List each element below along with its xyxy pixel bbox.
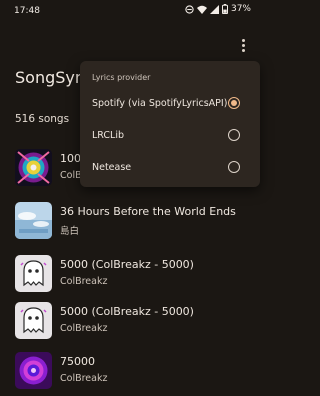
song-artist: ColBreakz — [60, 373, 108, 384]
do-not-disturb-icon — [185, 4, 194, 14]
album-art — [15, 202, 52, 239]
radio-unselected-icon[interactable] — [228, 129, 240, 141]
provider-option-spotify[interactable]: Spotify (via SpotifyLyricsAPI) — [80, 91, 260, 117]
more-vert-icon — [241, 38, 245, 42]
list-item[interactable]: 36 Hours Before the World Ends 島白 — [0, 198, 263, 246]
list-item[interactable]: 75000 ColBreakz — [0, 348, 263, 396]
status-icons: 37% — [185, 4, 251, 14]
song-title: 5000 (ColBreakz - 5000) — [60, 305, 194, 318]
song-count: 516 songs — [15, 113, 70, 125]
song-title: 75000 — [60, 355, 95, 368]
song-artist: ColBreakz — [60, 276, 108, 287]
wifi-icon — [196, 5, 207, 14]
menu-header: Lyrics provider — [92, 73, 151, 82]
song-artist: ColBreakz — [60, 323, 108, 334]
provider-option-label: Netease — [92, 162, 132, 173]
list-item[interactable]: 5000 (ColBreakz - 5000) ColBreakz — [0, 298, 263, 346]
radio-selected-icon[interactable] — [228, 97, 240, 109]
song-title: 36 Hours Before the World Ends — [60, 205, 236, 218]
signal-icon — [209, 4, 219, 14]
provider-option-label: Spotify (via SpotifyLyricsAPI) — [92, 98, 228, 109]
album-art — [15, 302, 52, 339]
song-artist: 島白 — [60, 226, 80, 237]
song-title: 100 — [60, 152, 81, 165]
overflow-menu-button[interactable] — [236, 36, 250, 54]
provider-option-label: LRCLib — [92, 130, 125, 141]
battery-icon — [221, 4, 228, 14]
list-item[interactable]: 5000 (ColBreakz - 5000) ColBreakz — [0, 251, 263, 299]
album-art — [15, 149, 52, 186]
lyrics-provider-menu: Lyrics provider Spotify (via SpotifyLyri… — [80, 61, 260, 187]
status-time: 17:48 — [14, 6, 40, 16]
album-art — [15, 255, 52, 292]
provider-option-netease[interactable]: Netease — [80, 155, 260, 181]
battery-percent: 37% — [230, 4, 251, 14]
album-art — [15, 352, 52, 389]
status-bar: 17:48 37% — [0, 0, 263, 22]
radio-unselected-icon[interactable] — [228, 161, 240, 173]
provider-option-lrclib[interactable]: LRCLib — [80, 123, 260, 149]
song-title: 5000 (ColBreakz - 5000) — [60, 258, 194, 271]
